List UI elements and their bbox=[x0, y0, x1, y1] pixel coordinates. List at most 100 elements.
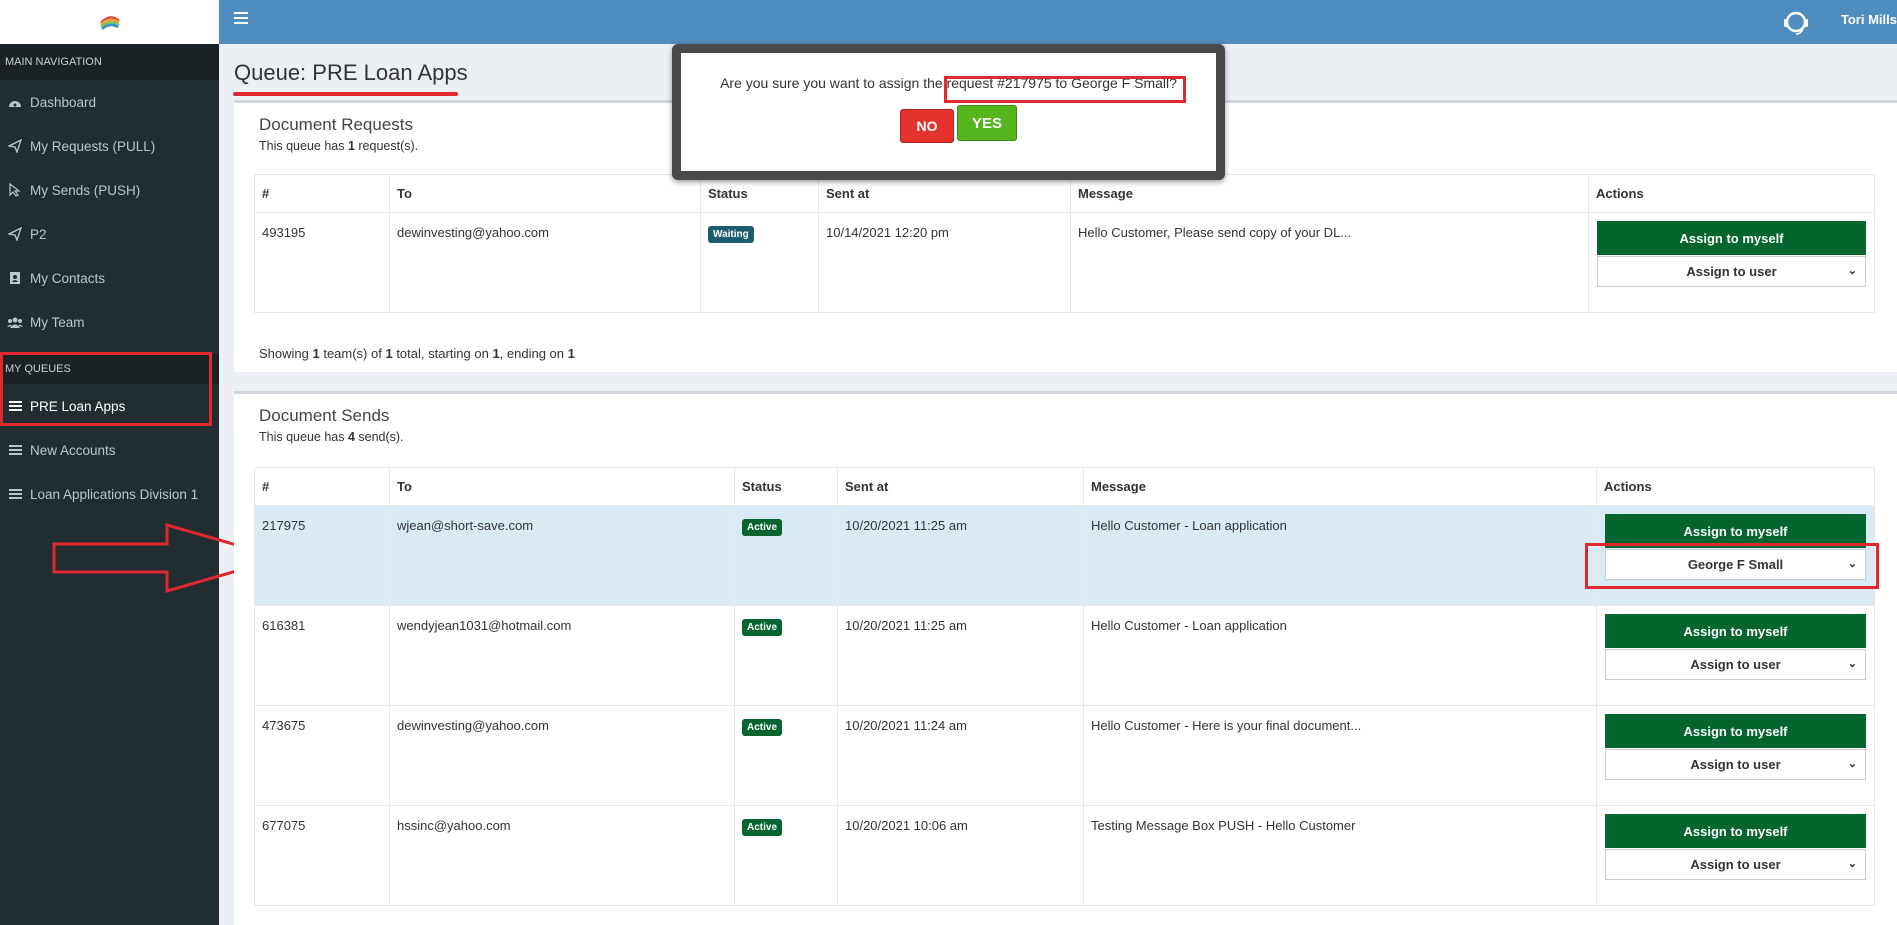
status-badge: Waiting bbox=[708, 226, 754, 243]
send-count: 4 bbox=[347, 430, 355, 444]
assign-to-user-select[interactable]: Assign to user ⌄ bbox=[1605, 749, 1866, 780]
table-row[interactable]: 493195 dewinvesting@yahoo.com Waiting 10… bbox=[254, 212, 1875, 313]
confirm-assign-dialog: Are you sure you want to assign the requ… bbox=[672, 44, 1225, 180]
column-header[interactable]: Message bbox=[1083, 467, 1597, 506]
column-header[interactable]: Status bbox=[734, 467, 838, 506]
row-to: dewinvesting@yahoo.com bbox=[389, 212, 701, 313]
assign-to-myself-button[interactable]: Assign to myself bbox=[1605, 614, 1866, 648]
row-actions: Assign to myself Assign to user ⌄ bbox=[1596, 805, 1875, 906]
document-sends-box: Document Sends This queue has 4 send(s).… bbox=[234, 391, 1897, 925]
send-cursor-icon bbox=[7, 182, 23, 198]
annotation-title-underline bbox=[233, 92, 458, 96]
select-value: Assign to user bbox=[1690, 757, 1781, 772]
summary-number: 1 bbox=[312, 346, 320, 361]
select-value: Assign to user bbox=[1686, 264, 1777, 279]
pagination-summary: Showing 1 team(s) of 1 total, starting o… bbox=[259, 346, 575, 361]
row-status: Active bbox=[734, 505, 838, 606]
row-message: Hello Customer - Loan application bbox=[1083, 605, 1597, 706]
sidebar-item-label: My Sends (PUSH) bbox=[30, 182, 141, 198]
row-to: dewinvesting@yahoo.com bbox=[389, 705, 735, 806]
sidebar: MAIN NAVIGATION Dashboard My Requests (P… bbox=[0, 0, 288, 925]
row-sent-at: 10/20/2021 11:25 am bbox=[837, 505, 1084, 606]
row-to: wjean@short-save.com bbox=[389, 505, 735, 606]
users-icon bbox=[7, 314, 23, 330]
menu-toggle-icon[interactable] bbox=[234, 12, 248, 32]
row-status: Active bbox=[734, 705, 838, 806]
row-sent-at: 10/20/2021 11:25 am bbox=[837, 605, 1084, 706]
box-title: Document Requests bbox=[259, 115, 414, 134]
column-header[interactable]: Message bbox=[1070, 174, 1589, 213]
chevron-down-icon: ⌄ bbox=[1847, 758, 1857, 770]
column-header: Actions bbox=[1588, 174, 1875, 213]
row-message: Hello Customer - Loan application bbox=[1083, 505, 1597, 606]
top-navbar: Tori Mills bbox=[219, 0, 1897, 44]
logo[interactable] bbox=[0, 0, 219, 44]
dashboard-icon bbox=[7, 94, 23, 110]
box-title: Document Sends bbox=[259, 406, 390, 425]
row-sent-at: 10/14/2021 12:20 pm bbox=[818, 212, 1071, 313]
status-badge: Active bbox=[742, 619, 783, 636]
sidebar-item-my-requests[interactable]: My Requests (PULL) bbox=[0, 124, 219, 168]
summary-text: total, starting on bbox=[392, 346, 493, 361]
column-header: Actions bbox=[1596, 467, 1875, 506]
row-id: 677075 bbox=[254, 805, 390, 906]
assign-to-user-select[interactable]: Assign to user ⌄ bbox=[1605, 849, 1866, 880]
assign-to-user-select[interactable]: Assign to user ⌄ bbox=[1597, 256, 1866, 287]
page-title: Queue: PRE Loan Apps bbox=[234, 60, 468, 85]
column-header[interactable]: To bbox=[389, 467, 735, 506]
sidebar-item-dashboard[interactable]: Dashboard bbox=[0, 80, 219, 124]
select-value: Assign to user bbox=[1690, 857, 1781, 872]
sends-table: # To Status Sent at Message Actions 2179… bbox=[254, 467, 1875, 906]
sidebar-item-p2[interactable]: P2 bbox=[0, 212, 219, 256]
assign-to-myself-button[interactable]: Assign to myself bbox=[1605, 814, 1866, 848]
sidebar-item-label: Loan Applications Division 1 bbox=[30, 486, 199, 502]
box-subtitle: This queue has 4 send(s). bbox=[259, 430, 404, 444]
table-header-row: # To Status Sent at Message Actions bbox=[254, 467, 1875, 506]
sidebar-queue-new-accounts[interactable]: New Accounts bbox=[0, 428, 219, 472]
row-id: 473675 bbox=[254, 705, 390, 806]
annotation-queue-highlight bbox=[0, 352, 212, 426]
chevron-down-icon: ⌄ bbox=[1847, 858, 1857, 870]
status-badge: Active bbox=[742, 719, 783, 736]
table-row[interactable]: 616381 wendyjean1031@hotmail.com Active … bbox=[254, 605, 1875, 706]
column-header[interactable]: To bbox=[389, 174, 701, 213]
row-id: 493195 bbox=[254, 212, 390, 313]
column-header[interactable]: # bbox=[254, 467, 390, 506]
annotation-dialog-text-highlight bbox=[944, 76, 1186, 103]
column-header[interactable]: Sent at bbox=[818, 174, 1071, 213]
assign-to-myself-button[interactable]: Assign to myself bbox=[1597, 221, 1866, 255]
contact-card-icon bbox=[7, 270, 23, 286]
table-row[interactable]: 677075 hssinc@yahoo.com Active 10/20/202… bbox=[254, 805, 1875, 906]
column-header[interactable]: Sent at bbox=[837, 467, 1084, 506]
select-value: Assign to user bbox=[1690, 657, 1781, 672]
user-menu[interactable]: Tori Mills bbox=[1841, 12, 1897, 27]
column-header[interactable]: Status bbox=[700, 174, 819, 213]
sidebar-item-my-sends[interactable]: My Sends (PUSH) bbox=[0, 168, 219, 212]
sidebar-queue-loan-applications-division-1[interactable]: Loan Applications Division 1 bbox=[0, 472, 219, 516]
row-actions: Assign to myself Assign to user ⌄ bbox=[1588, 212, 1875, 313]
yes-button[interactable]: YES bbox=[957, 105, 1017, 141]
annotation-select-highlight bbox=[1585, 543, 1879, 589]
row-status: Active bbox=[734, 605, 838, 706]
sidebar-item-my-team[interactable]: My Team bbox=[0, 300, 219, 344]
paper-plane-icon bbox=[7, 138, 23, 154]
row-to: wendyjean1031@hotmail.com bbox=[389, 605, 735, 706]
row-message: Hello Customer, Please send copy of your… bbox=[1070, 212, 1589, 313]
column-header[interactable]: # bbox=[254, 174, 390, 213]
row-id: 616381 bbox=[254, 605, 390, 706]
no-button[interactable]: NO bbox=[900, 109, 954, 143]
summary-text: Showing bbox=[259, 346, 313, 361]
table-row[interactable]: 473675 dewinvesting@yahoo.com Active 10/… bbox=[254, 705, 1875, 806]
subtitle-text: request(s). bbox=[354, 139, 419, 153]
row-status: Active bbox=[734, 805, 838, 906]
row-sent-at: 10/20/2021 10:06 am bbox=[837, 805, 1084, 906]
sidebar-item-my-contacts[interactable]: My Contacts bbox=[0, 256, 219, 300]
table-header-row: # To Status Sent at Message Actions bbox=[254, 174, 1875, 213]
logo-icon bbox=[99, 16, 120, 30]
assign-to-user-select[interactable]: Assign to user ⌄ bbox=[1605, 649, 1866, 680]
assign-to-myself-button[interactable]: Assign to myself bbox=[1605, 714, 1866, 748]
sidebar-item-label: My Contacts bbox=[30, 270, 106, 286]
headset-support-icon[interactable] bbox=[1781, 7, 1811, 37]
main-navigation-header: MAIN NAVIGATION bbox=[0, 44, 219, 80]
sidebar-item-label: P2 bbox=[30, 226, 47, 242]
